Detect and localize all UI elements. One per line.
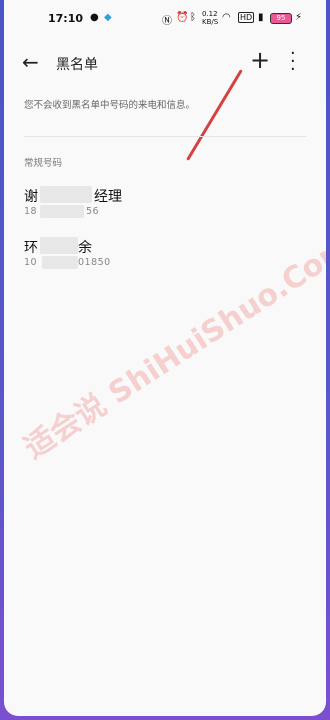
charging-icon: ⚡	[295, 12, 303, 23]
hd-icon: HD	[238, 12, 255, 23]
status-bar: 17:10 ● ◆ Ⓝ ⏰ ᛒ 0.12 KB/S ◠ HD ▮ 95 ⚡	[4, 0, 326, 40]
net-speed-unit: KB/S	[202, 18, 219, 26]
battery-indicator: 95	[270, 13, 292, 24]
contact-number-suffix: 56	[86, 206, 100, 217]
contact-number-prefix: 18	[24, 206, 38, 217]
net-speed: 0.12 KB/S	[202, 10, 218, 26]
nfc-icon: Ⓝ	[162, 16, 172, 27]
bluetooth-icon: ᛒ	[190, 12, 196, 23]
divider	[24, 136, 306, 137]
net-speed-value: 0.12	[202, 10, 218, 18]
phone-screen: 17:10 ● ◆ Ⓝ ⏰ ᛒ 0.12 KB/S ◠ HD ▮ 95 ⚡ ← …	[4, 0, 326, 716]
alarm-icon: ⏰	[176, 12, 189, 23]
signal-icon: ▮	[258, 12, 264, 23]
blacklist-description: 您不会收到黑名单中号码的来电和信息。	[24, 100, 196, 111]
contact-name-suffix: 经理	[94, 189, 122, 205]
qq-icon: ◆	[104, 12, 112, 23]
add-plus-icon[interactable]: +	[250, 46, 270, 74]
contact-name-prefix: 环	[24, 240, 38, 256]
more-options-icon[interactable]: · · ·	[290, 45, 296, 79]
back-arrow-icon[interactable]: ←	[22, 50, 39, 74]
contact-name-suffix: 余	[78, 240, 92, 256]
app-header: ← 黑名单 + · · ·	[4, 44, 326, 84]
contact-number-suffix: 01850	[78, 257, 111, 268]
blurred-name	[40, 186, 92, 203]
blurred-number	[40, 205, 84, 218]
clock: 17:10	[48, 12, 84, 25]
blurred-name	[40, 237, 78, 254]
contact-name-prefix: 谢	[24, 189, 38, 205]
wifi-icon: ◠	[222, 12, 231, 23]
section-title: 常规号码	[24, 158, 63, 169]
blurred-number	[42, 256, 78, 269]
wechat-icon: ●	[90, 12, 99, 23]
contact-number-prefix: 10	[24, 257, 38, 268]
page-title: 黑名单	[56, 57, 98, 73]
